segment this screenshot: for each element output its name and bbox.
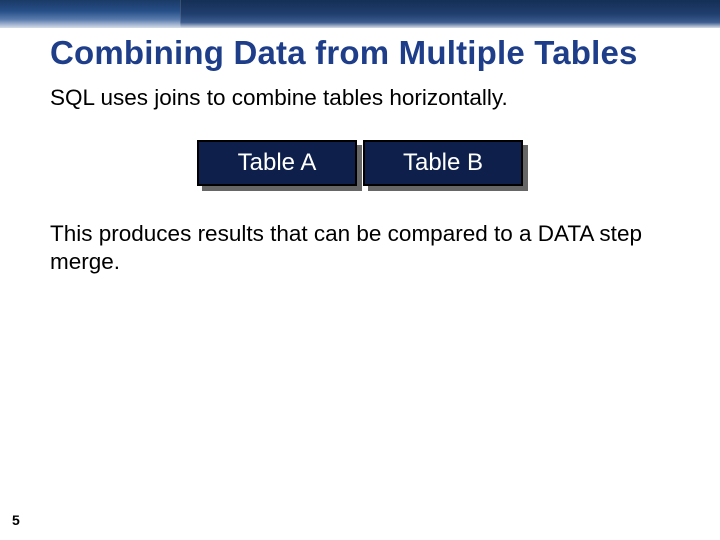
slide-subtitle: SQL uses joins to combine tables horizon… (50, 84, 670, 112)
tables-row: Table A Table B (50, 140, 670, 186)
header-band (0, 0, 720, 28)
slide-content: Combining Data from Multiple Tables SQL … (0, 28, 720, 276)
table-b-box: Table B (363, 140, 523, 186)
table-a-wrap: Table A (197, 140, 357, 186)
header-band-overlay (180, 0, 720, 28)
table-a-label: Table A (238, 149, 317, 177)
page-number: 5 (12, 512, 20, 528)
table-b-wrap: Table B (363, 140, 523, 186)
table-a-box: Table A (197, 140, 357, 186)
slide-body: This produces results that can be compar… (50, 220, 670, 276)
slide-title: Combining Data from Multiple Tables (50, 34, 670, 72)
table-b-label: Table B (403, 149, 483, 177)
